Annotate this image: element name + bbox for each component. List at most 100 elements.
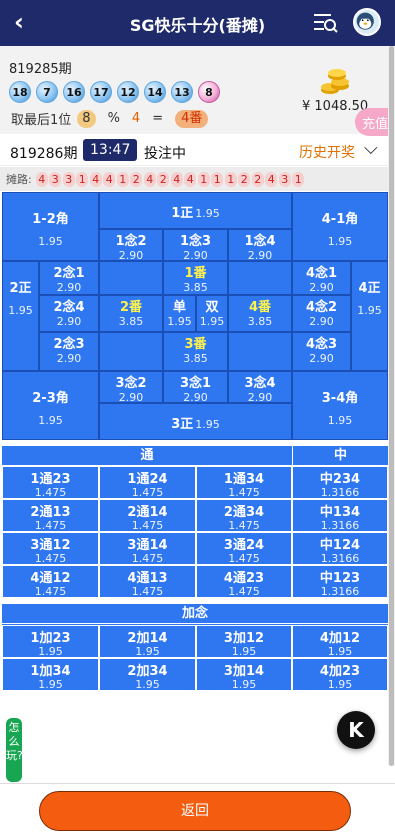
draw-ball: 16 — [63, 81, 85, 103]
road-item: 2 — [251, 171, 264, 187]
bet-n2_1[interactable]: 2念1 2.90 — [39, 261, 99, 295]
bet-cell[interactable]: 4通12 1.475 — [2, 565, 99, 598]
road-item: 1 — [197, 171, 210, 187]
bet-cell[interactable]: 中234 1.3166 — [292, 466, 388, 499]
last-draw-panel: 819285期 18 7 16 17 12 14 13 8 取最后1位 8 % … — [0, 46, 388, 134]
road-item: 2 — [130, 171, 143, 187]
bet-cell[interactable]: 中123 1.3166 — [292, 565, 388, 598]
calc-equals: = — [152, 111, 164, 126]
avatar[interactable] — [353, 8, 381, 36]
road-label: 摊路: — [6, 173, 32, 186]
bet-cell[interactable]: 1加34 1.95 — [2, 658, 99, 691]
zhong-header: 中 — [292, 446, 388, 466]
coins-icon — [321, 69, 349, 94]
bet-cell[interactable]: 3加12 1.95 — [196, 625, 292, 658]
k-float-button[interactable]: K — [337, 711, 375, 749]
bet-empty — [99, 332, 163, 371]
bet-cell[interactable]: 2通14 1.475 — [99, 499, 196, 532]
bet-c34j[interactable]: 3-4角 1.95 — [292, 371, 388, 440]
bet-n1_3[interactable]: 1念3 2.90 — [163, 229, 228, 262]
bet-cell[interactable]: 4通23 1.475 — [196, 565, 292, 598]
road-item: 3 — [278, 171, 291, 187]
bet-cell[interactable]: 4加23 1.95 — [292, 658, 388, 691]
bet-empty — [228, 332, 292, 371]
draw-balls: 18 7 16 17 12 14 13 8 — [9, 81, 225, 103]
bet-n2_4[interactable]: 2念4 2.90 — [39, 295, 99, 332]
bet-n3_1[interactable]: 3念1 2.90 — [163, 371, 228, 404]
bet-cell[interactable]: 3加14 1.95 — [196, 658, 292, 691]
bet-f1[interactable]: 1番 3.85 — [163, 261, 228, 295]
draw-ball: 14 — [144, 81, 166, 103]
jianian-header: 加念 — [2, 604, 388, 624]
scrollbar[interactable] — [388, 46, 395, 766]
bet-n1_2[interactable]: 1念2 2.90 — [99, 229, 163, 262]
how-to-play-button[interactable]: 怎么玩? — [6, 718, 23, 782]
bet-z2[interactable]: 2正 1.95 — [2, 261, 39, 371]
bet-cell[interactable]: 2加34 1.95 — [99, 658, 196, 691]
bet-cell[interactable]: 中134 1.3166 — [292, 499, 388, 532]
footer-bar: 返回 — [0, 783, 395, 833]
bet-n4_2[interactable]: 4念2 2.90 — [292, 295, 351, 332]
road-item: 2 — [157, 171, 170, 187]
road-item: 3 — [62, 171, 75, 187]
bet-f3[interactable]: 3番 3.85 — [163, 332, 228, 371]
bet-n3_2[interactable]: 3念2 2.90 — [99, 371, 163, 404]
scrollbar-thumb[interactable] — [389, 46, 394, 766]
search-list-icon[interactable] — [313, 12, 339, 34]
draw-ball: 7 — [36, 81, 58, 103]
bet-cell[interactable]: 中124 1.3166 — [292, 532, 388, 565]
trend-road: 摊路: 4 3 3 1 4 4 1 2 4 2 4 4 1 1 1 2 2 4 … — [0, 167, 388, 191]
calc-label: 取最后1位 — [11, 113, 72, 128]
bet-shuang[interactable]: 双 1.95 — [196, 295, 228, 332]
tong-zhong-grid: 通 中 1通23 1.475 1通24 1.475 1通34 1.475 中234 1.… — [2, 446, 388, 598]
bet-f2[interactable]: 2番 3.85 — [99, 295, 163, 332]
road-item: 4 — [184, 171, 197, 187]
road-item: 4 — [265, 171, 278, 187]
draw-ball: 13 — [171, 81, 193, 103]
bet-empty — [99, 261, 163, 295]
bet-cell[interactable]: 2通34 1.475 — [196, 499, 292, 532]
bet-cell[interactable]: 4通13 1.475 — [99, 565, 196, 598]
road-item: 2 — [238, 171, 251, 187]
penguin-avatar-icon — [356, 12, 374, 30]
chevron-down-icon[interactable]: ⌵ — [364, 138, 378, 159]
bet-c41j[interactable]: 4-1角 1.95 — [292, 192, 388, 261]
back-button[interactable]: 返回 — [39, 791, 351, 831]
draw-ball: 18 — [9, 81, 31, 103]
bet-c12j[interactable]: 1-2角 1.95 — [2, 192, 99, 261]
bet-cell[interactable]: 2通13 1.475 — [2, 499, 99, 532]
bet-n4_1[interactable]: 4念1 2.90 — [292, 261, 351, 295]
result-calculation: 取最后1位 8 % 4 = 4番 — [11, 109, 209, 128]
bet-cell[interactable]: 3通12 1.475 — [2, 532, 99, 565]
bet-cell[interactable]: 1加23 1.95 — [2, 625, 99, 658]
last-issue-number: 819285期 — [9, 62, 72, 77]
bet-z4[interactable]: 4正 1.95 — [351, 261, 388, 371]
bet-z1[interactable]: 1正 1.95 — [99, 192, 292, 229]
road-item: 1 — [116, 171, 129, 187]
bet-cell[interactable]: 3通14 1.475 — [99, 532, 196, 565]
betting-status: 投注中 — [144, 146, 186, 162]
tong-header: 通 — [2, 446, 292, 466]
bet-n3_4[interactable]: 3念4 2.90 — [228, 371, 292, 404]
bet-z3[interactable]: 3正 1.95 — [99, 403, 292, 440]
bet-cell[interactable]: 1通34 1.475 — [196, 466, 292, 499]
bet-cell[interactable]: 2加14 1.95 — [99, 625, 196, 658]
bet-n2_3[interactable]: 2念3 2.90 — [39, 332, 99, 371]
road-item: 1 — [224, 171, 237, 187]
bet-cell[interactable]: 1通23 1.475 — [2, 466, 99, 499]
road-item: 1 — [76, 171, 89, 187]
countdown-timer: 13:47 — [83, 139, 138, 161]
history-results-link[interactable]: 历史开奖 — [299, 142, 355, 162]
road-item: 4 — [89, 171, 102, 187]
calc-percent: % — [107, 111, 120, 126]
bet-dan[interactable]: 单 1.95 — [163, 295, 196, 332]
bet-cell[interactable]: 4加12 1.95 — [292, 625, 388, 658]
bet-n4_3[interactable]: 4念3 2.90 — [292, 332, 351, 371]
bet-c23j[interactable]: 2-3角 1.95 — [2, 371, 99, 440]
road-item: 4 — [103, 171, 116, 187]
bet-cell[interactable]: 1通24 1.475 — [99, 466, 196, 499]
bet-f4[interactable]: 4番 3.85 — [228, 295, 292, 332]
bet-n1_4[interactable]: 1念4 2.90 — [228, 229, 292, 262]
header-bar: ‹ SG快乐十分(番摊) — [0, 0, 395, 46]
bet-cell[interactable]: 3通24 1.475 — [196, 532, 292, 565]
